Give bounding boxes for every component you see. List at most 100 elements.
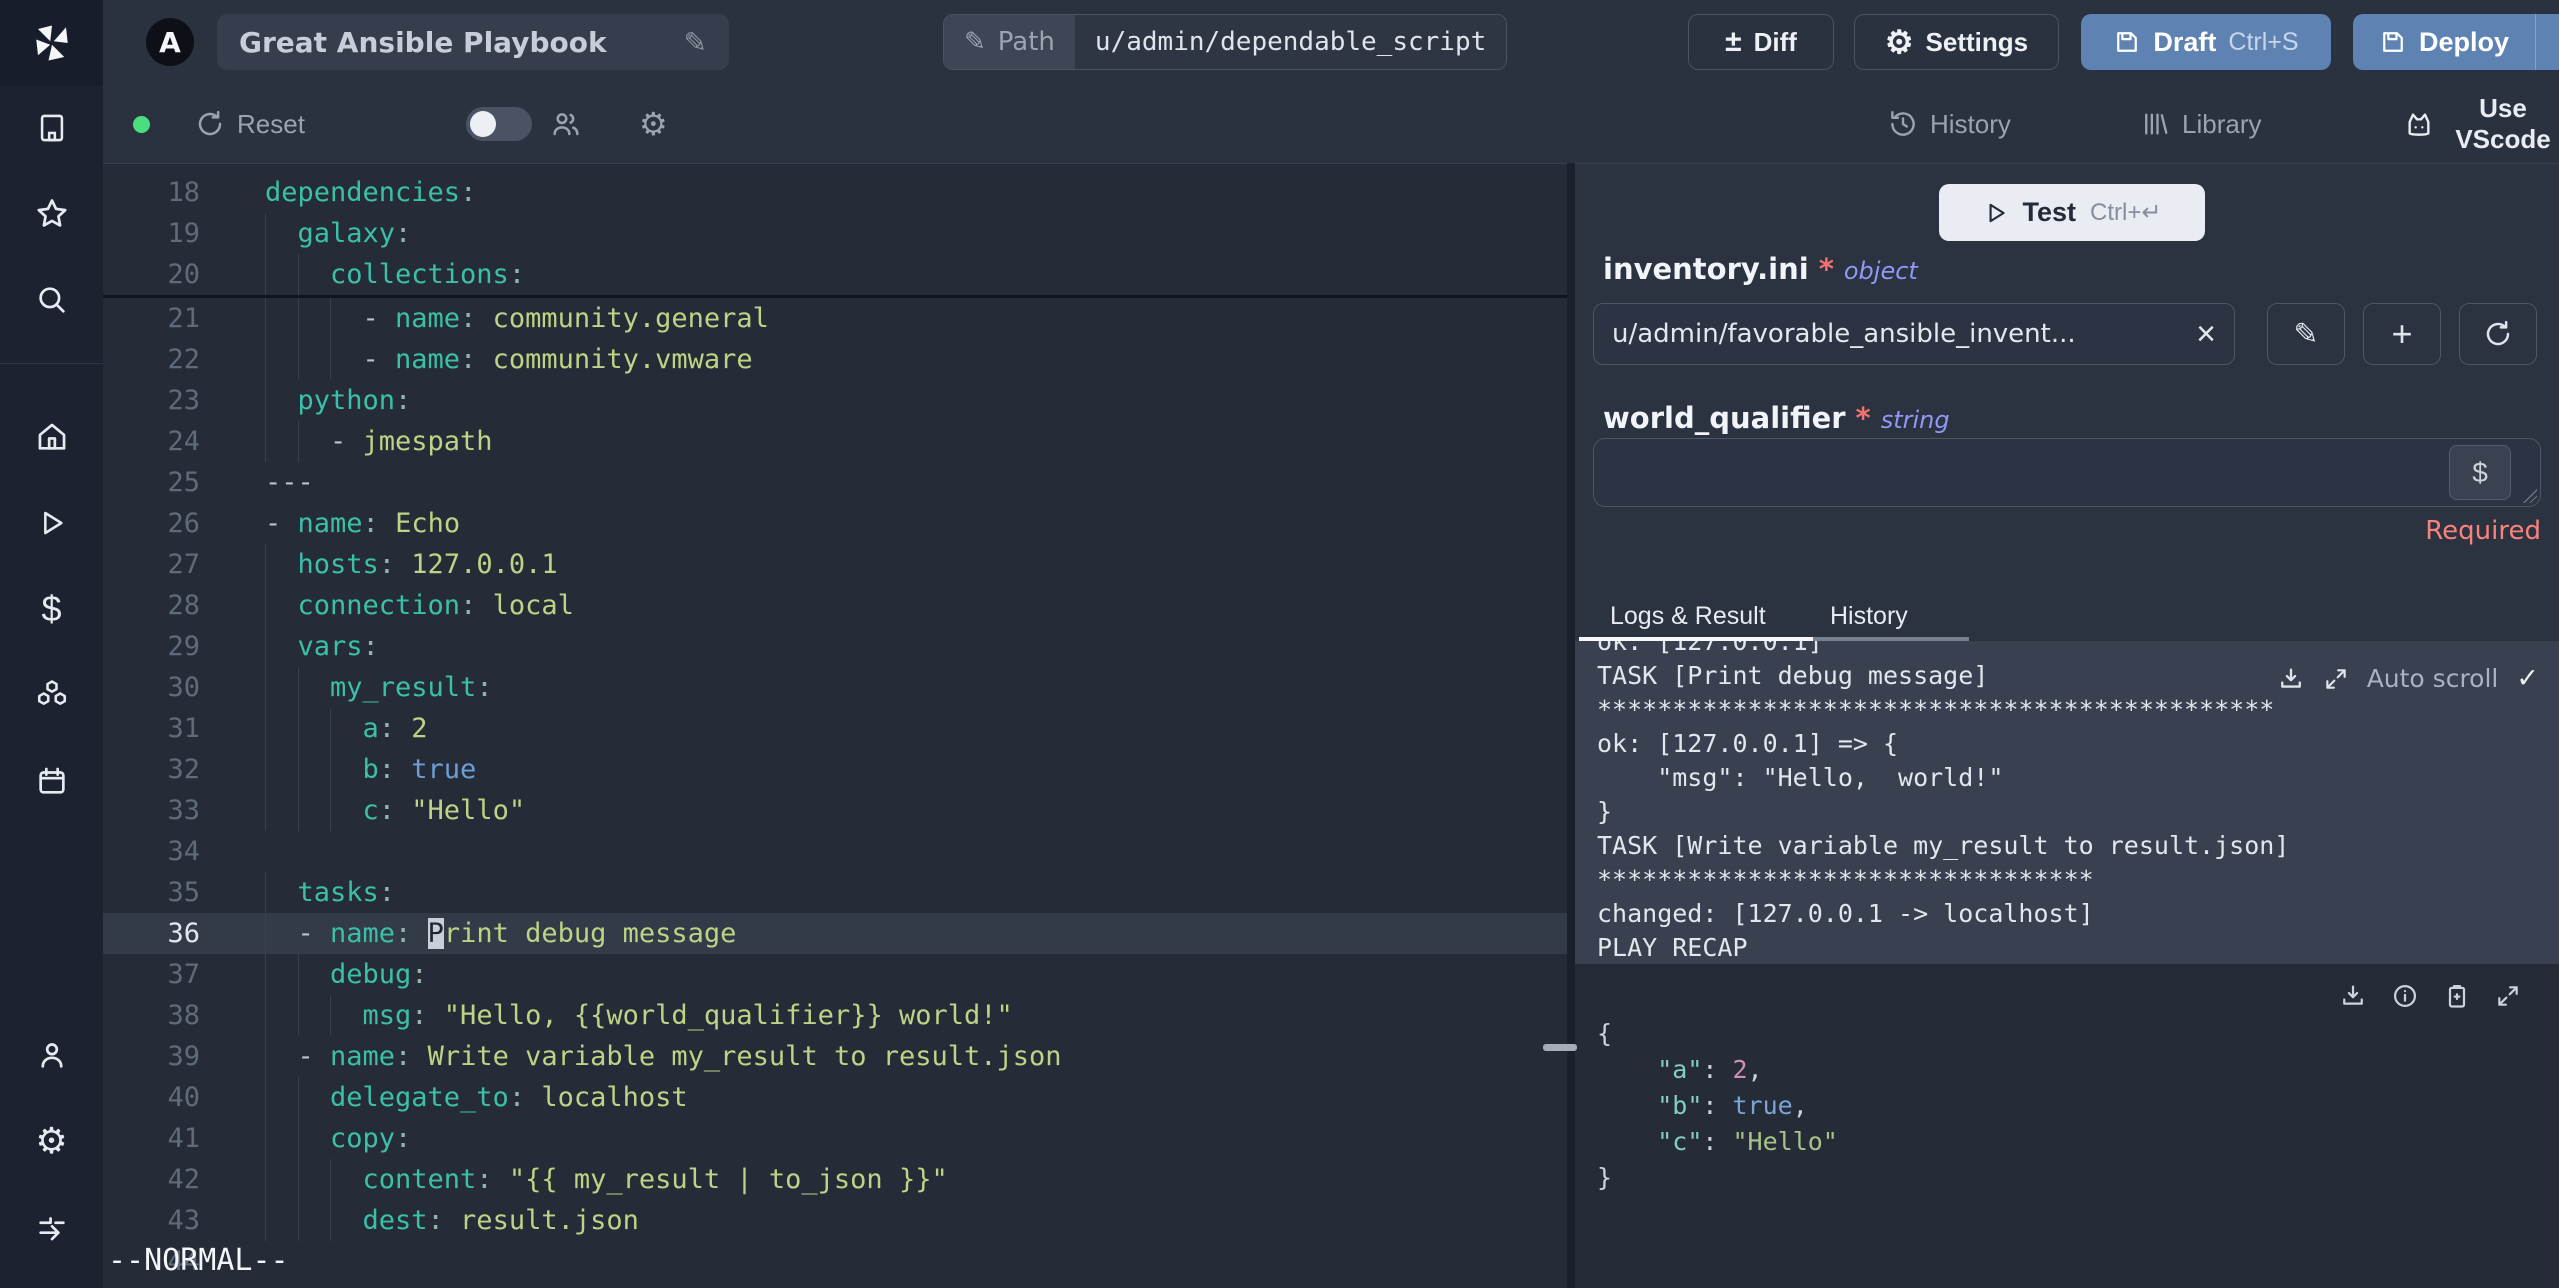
- expand-logs-button[interactable]: [2323, 666, 2349, 692]
- sidebar-item-settings[interactable]: ⚙: [0, 1098, 103, 1184]
- code-line: 42 content: "{{ my_result | to_json }}": [103, 1159, 1567, 1200]
- diff-toggle[interactable]: [466, 107, 532, 141]
- add-resource-button[interactable]: +: [2363, 303, 2441, 365]
- code-line: 24 - jmespath: [103, 421, 1567, 462]
- toggle-knob: [470, 111, 496, 137]
- download-result-button[interactable]: [2339, 982, 2367, 1010]
- reset-button[interactable]: Reset: [195, 85, 305, 163]
- sidebar-divider: [0, 363, 103, 364]
- diff-button[interactable]: ± Diff: [1688, 14, 1834, 70]
- code-line: 20 collections:: [103, 254, 1567, 295]
- download-icon: [2339, 982, 2367, 1010]
- result-controls: [2339, 982, 2521, 1010]
- refresh-icon: [2483, 319, 2513, 349]
- download-logs-button[interactable]: [2277, 665, 2305, 693]
- sidebar-item-search[interactable]: [0, 257, 103, 343]
- code-line: 28 connection: local: [103, 585, 1567, 626]
- deploy-split-button: Deploy: [2353, 14, 2559, 70]
- log-line: ok: [127.0.0.1]: [1597, 641, 1823, 656]
- code-line: 18 dependencies:: [167, 177, 477, 208]
- autoscroll-checkbox[interactable]: ✓: [2516, 663, 2539, 694]
- copy-result-button[interactable]: [2443, 982, 2471, 1010]
- collaborators-button[interactable]: [550, 85, 582, 163]
- code-line: 33 c: "Hello": [103, 790, 1567, 831]
- settings-label: Settings: [1925, 26, 2029, 57]
- sidebar-item-logout[interactable]: [0, 1184, 103, 1270]
- cubes-icon: [34, 677, 70, 713]
- result-pane: { "a": 2, "b": true, "c": "Hello"}: [1575, 964, 2559, 1288]
- draft-label: Draft: [2153, 26, 2217, 57]
- sidebar-item-favorites[interactable]: [0, 171, 103, 257]
- deploy-dropdown-button[interactable]: [2535, 14, 2559, 70]
- diff-label: Diff: [1753, 26, 1797, 57]
- code-line: 22 - name: community.vmware: [103, 339, 1567, 380]
- result-line: "b": true,: [1657, 1091, 1808, 1120]
- required-error: Required: [2425, 516, 2541, 546]
- vim-mode-indicator: --NORMAL--: [108, 1243, 289, 1278]
- expand-result-button[interactable]: [2495, 983, 2521, 1009]
- path-chip[interactable]: ✎ Path u/admin/dependable_script: [943, 14, 1508, 70]
- clipboard-icon: [2443, 982, 2471, 1010]
- resize-handle[interactable]: [2523, 489, 2537, 503]
- result-line: {: [1597, 1019, 1613, 1048]
- pane-resize-grip[interactable]: [1543, 1044, 1577, 1051]
- save-draft-icon: [2113, 28, 2141, 56]
- run-panel: Test Ctrl+↵ inventory.ini * object u/admi…: [1575, 163, 2559, 1288]
- draft-button[interactable]: Draft Ctrl+S: [2081, 14, 2331, 70]
- reset-label: Reset: [237, 108, 305, 139]
- use-vscode-button[interactable]: Use VScode: [2403, 85, 2559, 163]
- app-logo[interactable]: [0, 0, 103, 85]
- star-icon: [34, 196, 70, 232]
- sidebar-item-home[interactable]: [0, 394, 103, 480]
- plus-icon: +: [2391, 313, 2413, 354]
- sticky-scroll-separator: [103, 295, 1567, 298]
- log-line: }: [1597, 797, 1613, 826]
- expand-icon: [2323, 666, 2349, 692]
- library-label: Library: [2182, 108, 2262, 139]
- code-line: 35 tasks:: [103, 872, 1567, 913]
- code-line: 26- name: Echo: [167, 508, 461, 539]
- editor-settings-button[interactable]: ⚙: [639, 85, 668, 163]
- field-type: string: [1880, 406, 1950, 434]
- test-play-icon: [1983, 200, 2009, 226]
- sidebar-item-variables[interactable]: $: [0, 566, 103, 652]
- test-button[interactable]: Test Ctrl+↵: [1939, 184, 2205, 241]
- script-title-input[interactable]: Great Ansible Playbook ✎: [217, 14, 729, 70]
- log-line: TASK [Print debug message]: [1597, 661, 1989, 690]
- code-editor[interactable]: 18 dependencies: 19 galaxy: 20 collections:…: [103, 163, 1567, 1288]
- top-bar: A Great Ansible Playbook ✎ ✎ Path u/admi…: [103, 0, 2559, 85]
- settings-button[interactable]: ⚙ Settings: [1854, 14, 2059, 70]
- user-icon: [35, 1038, 69, 1072]
- autoscroll-label: Auto scroll: [2366, 664, 2499, 693]
- code-line: 44: [167, 1246, 200, 1277]
- pane-divider[interactable]: [1567, 163, 1575, 1288]
- tab-history[interactable]: History: [1830, 596, 1908, 637]
- variable-picker-button[interactable]: $: [2449, 445, 2511, 500]
- clear-resource-button[interactable]: ×: [2196, 317, 2216, 351]
- result-info-button[interactable]: [2391, 982, 2419, 1010]
- tab-logs-result[interactable]: Logs & Result: [1610, 596, 1766, 637]
- editor-toolbar: Reset ⚙ History Library Use VScode: [103, 85, 2559, 163]
- path-label-segment: ✎ Path: [944, 15, 1075, 69]
- deploy-button[interactable]: Deploy: [2353, 14, 2536, 70]
- sidebar-item-schedules[interactable]: [0, 738, 103, 824]
- field-name: world_qualifier: [1603, 401, 1846, 435]
- sidebar-item-workspace[interactable]: [0, 85, 103, 171]
- inventory-resource-input[interactable]: u/admin/favorable_ansible_invent... ×: [1593, 303, 2235, 365]
- library-button[interactable]: Library: [2140, 85, 2261, 163]
- sidebar-item-resources[interactable]: [0, 652, 103, 738]
- edit-resource-button[interactable]: ✎: [2267, 303, 2345, 365]
- world-qualifier-textarea[interactable]: [1593, 438, 2541, 507]
- refresh-resource-button[interactable]: [2459, 303, 2537, 365]
- code-line: 38 msg: "Hello, {{world_qualifier}} worl…: [103, 995, 1567, 1036]
- sidebar-item-runs[interactable]: [0, 480, 103, 566]
- log-line: "msg": "Hello, world!": [1597, 763, 2004, 792]
- result-line: "a": 2,: [1657, 1055, 1763, 1084]
- sidebar-item-account[interactable]: [0, 1012, 103, 1098]
- edit-title-pencil-icon[interactable]: ✎: [684, 26, 707, 59]
- history-button[interactable]: History: [1888, 85, 2011, 163]
- edit-path-pencil-icon: ✎: [964, 27, 986, 57]
- test-shortcut: Ctrl+↵: [2090, 199, 2162, 226]
- log-line: TASK [Write variable my_result to result…: [1597, 831, 2290, 860]
- code-line: 40 delegate_to: localhost: [103, 1077, 1567, 1118]
